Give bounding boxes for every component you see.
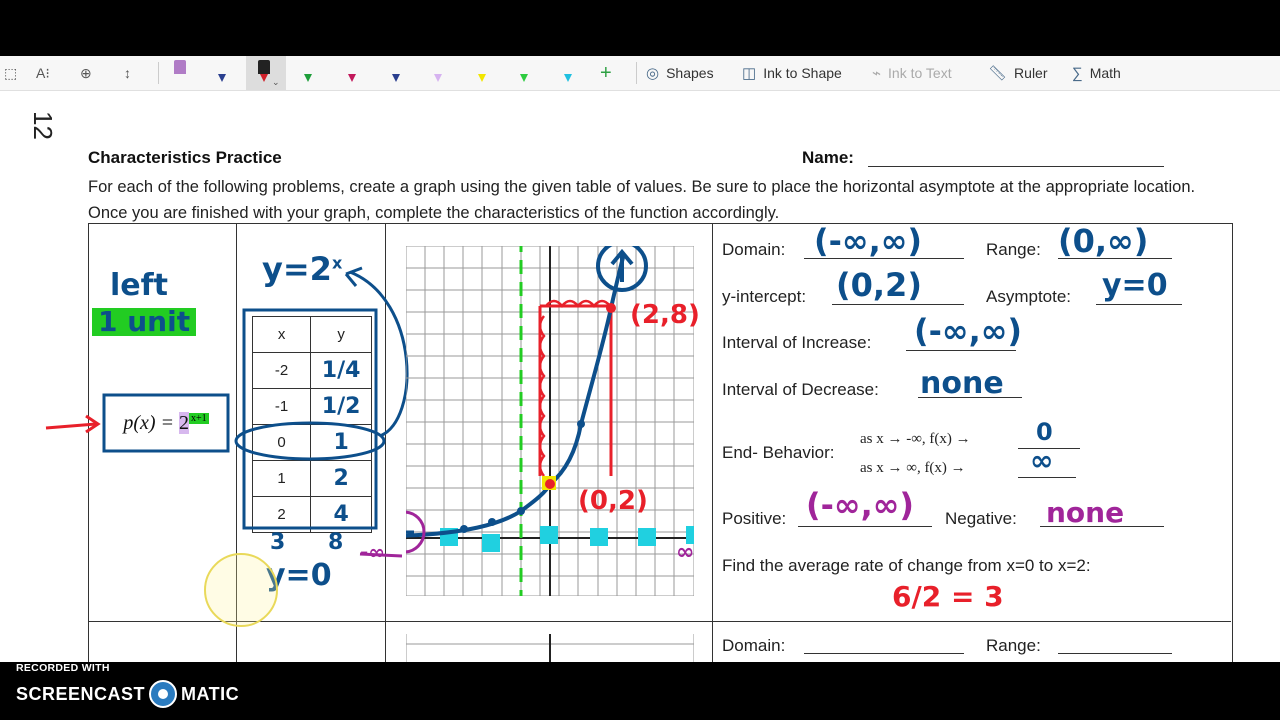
coordinate-grid xyxy=(406,246,694,596)
next-domain-label: Domain: xyxy=(722,636,786,655)
end-behavior-label: End- Behavior: xyxy=(722,443,835,462)
increase-value: (-∞,∞) xyxy=(914,312,1022,350)
end-behavior-line-2: as x → ∞, f(x) → xyxy=(860,460,966,476)
next-domain-line xyxy=(804,653,964,654)
increase-label: Interval of Increase: xyxy=(722,333,872,352)
asymptote-value: y=0 xyxy=(1102,268,1168,303)
end-behavior-value-1: 0 xyxy=(1036,418,1053,446)
avg-rate-label: Find the average rate of change from x=0… xyxy=(722,556,1091,575)
next-range-line xyxy=(1058,653,1172,654)
cursor-highlight xyxy=(204,553,278,627)
yint-label: y-intercept: xyxy=(722,287,807,306)
asymptote-line xyxy=(1096,304,1182,305)
neg-inf-label: -∞ xyxy=(360,540,385,564)
point-top-label: (2,8) xyxy=(630,300,700,330)
range-value: (0,∞) xyxy=(1058,222,1149,260)
yint-value: (0,2) xyxy=(836,266,922,304)
next-range-label: Range: xyxy=(986,636,1041,655)
record-icon xyxy=(149,680,178,708)
point-intercept-dot xyxy=(545,479,555,489)
point-intercept-label: (0,2) xyxy=(578,486,648,516)
yint-line xyxy=(832,304,964,305)
end-line-2 xyxy=(1018,477,1076,478)
positive-label: Positive: xyxy=(722,509,787,528)
increase-line xyxy=(906,350,1016,351)
negative-label: Negative: xyxy=(945,509,1017,528)
brand-right: MATIC xyxy=(181,683,240,704)
up-arrow-icon xyxy=(610,248,634,282)
positive-value: (-∞,∞) xyxy=(806,486,914,524)
decrease-label: Interval of Decrease: xyxy=(722,380,879,399)
pos-inf-label: ∞ xyxy=(676,540,695,565)
end-behavior-line-1: as x → -∞, f(x) → xyxy=(860,431,971,447)
range-label: Range: xyxy=(986,240,1041,259)
avg-rate-value: 6/2 = 3 xyxy=(892,580,1004,613)
negative-value: none xyxy=(1046,496,1125,529)
positive-line xyxy=(798,526,932,527)
asymptote-label: Asymptote: xyxy=(986,287,1072,306)
recorder-brand: SCREENCAST MATIC xyxy=(16,680,239,708)
brand-left: SCREENCAST xyxy=(16,683,146,704)
decrease-value: none xyxy=(920,366,1004,401)
domain-value: (-∞,∞) xyxy=(814,222,922,260)
recorded-with-label: RECORDED WITH xyxy=(16,662,110,674)
point-top-dot xyxy=(606,303,616,313)
end-behavior-value-2: ∞ xyxy=(1030,444,1054,477)
domain-label: Domain: xyxy=(722,240,786,259)
next-grid xyxy=(406,634,694,662)
